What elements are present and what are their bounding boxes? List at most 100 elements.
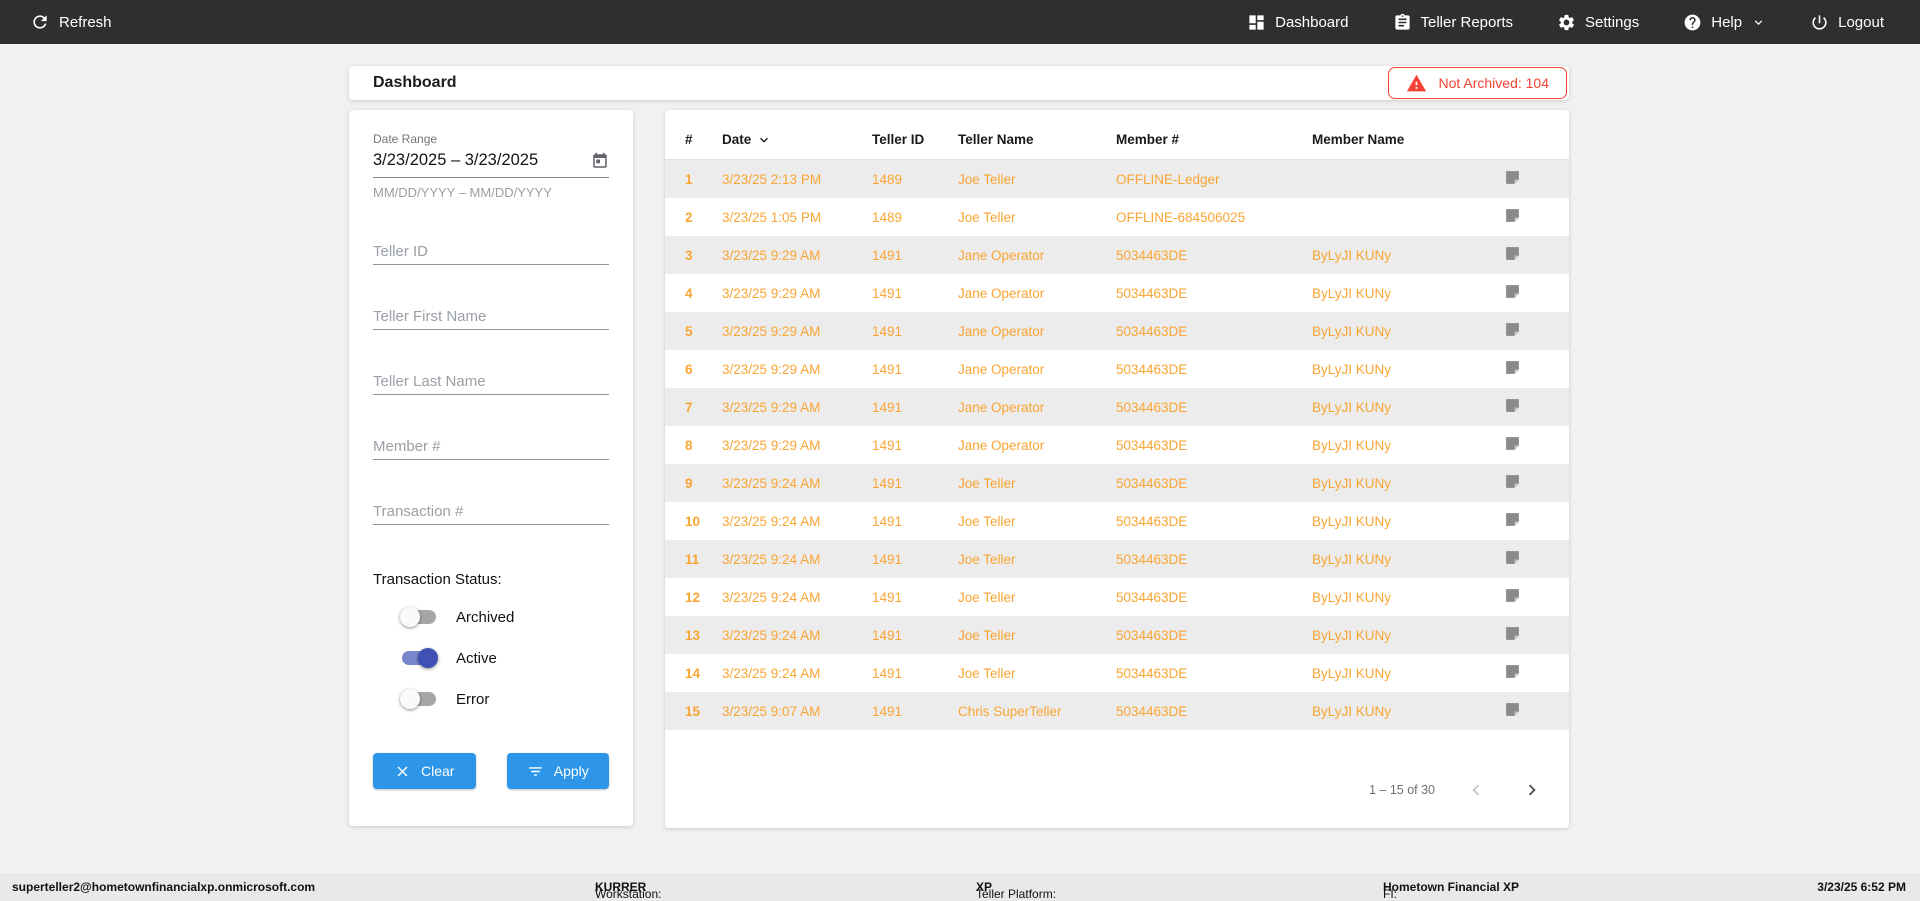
table-row[interactable]: 6 3/23/25 9:29 AM 1491 Jane Operator 503…	[665, 350, 1569, 388]
error-switch[interactable]	[400, 689, 436, 709]
cell-row-number: 4	[685, 285, 693, 301]
cell-member-name: ByLyJI KUNy	[1312, 247, 1392, 263]
note-icon[interactable]	[1504, 283, 1521, 300]
cell-teller-id: 1491	[872, 247, 903, 263]
note-cell	[1490, 397, 1569, 417]
table-row[interactable]: 3 3/23/25 9:29 AM 1491 Jane Operator 503…	[665, 236, 1569, 274]
note-cell	[1490, 359, 1569, 379]
platform-label: Teller Platform:	[976, 887, 1057, 901]
col-header-member-number[interactable]: Member #	[1116, 132, 1312, 147]
refresh-button[interactable]: Refresh	[30, 12, 112, 32]
cell-teller-name: Jane Operator	[958, 399, 1045, 415]
table-row[interactable]: 11 3/23/25 9:24 AM 1491 Joe Teller 50344…	[665, 540, 1569, 578]
not-archived-badge[interactable]: Not Archived: 104	[1388, 67, 1567, 99]
col-header-teller-name[interactable]: Teller Name	[958, 132, 1116, 147]
cell-teller-name: Jane Operator	[958, 323, 1045, 339]
table-row[interactable]: 1 3/23/25 2:13 PM 1489 Joe Teller OFFLIN…	[665, 160, 1569, 198]
note-icon[interactable]	[1504, 245, 1521, 262]
close-icon	[397, 766, 408, 776]
note-icon[interactable]	[1504, 207, 1521, 224]
nav-logout[interactable]: Logout	[1810, 13, 1884, 32]
cell-member-name: ByLyJI KUNy	[1312, 361, 1392, 377]
sort-desc-icon	[760, 137, 769, 143]
table-row[interactable]: 10 3/23/25 9:24 AM 1491 Joe Teller 50344…	[665, 502, 1569, 540]
cell-row-number: 7	[685, 399, 693, 415]
teller-first-name-input[interactable]	[373, 303, 609, 330]
fi-status: FI: Hometown Financial XP	[1383, 880, 1519, 901]
calendar-icon[interactable]	[591, 152, 609, 170]
col-header-date[interactable]: Date	[722, 132, 872, 148]
cell-member-number: 5034463DE	[1116, 323, 1188, 339]
transaction-number-input[interactable]	[373, 498, 609, 525]
nav-settings[interactable]: Settings	[1557, 13, 1639, 32]
member-number-input[interactable]	[373, 433, 609, 460]
table-row[interactable]: 4 3/23/25 9:29 AM 1491 Jane Operator 503…	[665, 274, 1569, 312]
cell-member-number: 5034463DE	[1116, 551, 1188, 567]
refresh-label: Refresh	[59, 13, 112, 31]
filter-icon	[528, 766, 542, 776]
note-icon[interactable]	[1504, 473, 1521, 490]
cell-member-name: ByLyJI KUNy	[1312, 589, 1392, 605]
cell-date: 3/23/25 9:24 AM	[722, 551, 821, 567]
cell-date: 3/23/25 1:05 PM	[722, 209, 822, 225]
note-icon[interactable]	[1504, 701, 1521, 718]
cell-member-number: 5034463DE	[1116, 513, 1188, 529]
pagination-range-label: 1 – 15 of 30	[1368, 783, 1435, 797]
note-icon[interactable]	[1504, 321, 1521, 338]
note-cell	[1490, 663, 1569, 683]
note-icon[interactable]	[1504, 169, 1521, 186]
status-timestamp: 3/23/25 6:52 PM	[1817, 880, 1906, 894]
note-icon[interactable]	[1504, 625, 1521, 642]
toggle-archived[interactable]: Archived	[400, 605, 609, 629]
cell-teller-name: Joe Teller	[958, 209, 1016, 225]
col-header-number[interactable]: #	[685, 132, 722, 147]
note-icon[interactable]	[1504, 359, 1521, 376]
note-icon[interactable]	[1504, 511, 1521, 528]
archived-switch[interactable]	[400, 607, 436, 627]
table-row[interactable]: 12 3/23/25 9:24 AM 1491 Joe Teller 50344…	[665, 578, 1569, 616]
note-icon[interactable]	[1504, 587, 1521, 604]
table-row[interactable]: 13 3/23/25 9:24 AM 1491 Joe Teller 50344…	[665, 616, 1569, 654]
table-row[interactable]: 7 3/23/25 9:29 AM 1491 Jane Operator 503…	[665, 388, 1569, 426]
col-header-teller-id[interactable]: Teller ID	[872, 132, 958, 147]
cell-row-number: 8	[685, 437, 693, 453]
cell-member-number: 5034463DE	[1116, 437, 1188, 453]
logout-icon	[1812, 14, 1827, 30]
cell-member-number: OFFLINE-684506025	[1116, 209, 1246, 225]
next-page-button[interactable]	[1517, 775, 1547, 805]
apply-button[interactable]: Apply	[506, 753, 609, 789]
cell-date: 3/23/25 9:24 AM	[722, 627, 821, 643]
teller-id-input[interactable]	[373, 238, 609, 265]
chevron-down-icon	[1754, 19, 1763, 25]
toggle-active[interactable]: Active	[402, 646, 609, 670]
status-bar: superteller2@hometownfinancialxp.onmicro…	[0, 873, 1920, 901]
note-cell	[1490, 473, 1569, 493]
previous-page-button[interactable]	[1461, 775, 1491, 805]
note-icon[interactable]	[1504, 549, 1521, 566]
table-row[interactable]: 15 3/23/25 9:07 AM 1491 Chris SuperTelle…	[665, 692, 1569, 730]
active-switch[interactable]	[402, 648, 438, 668]
nav-help[interactable]: Help	[1683, 13, 1766, 32]
cell-member-number: 5034463DE	[1116, 285, 1188, 301]
table-row[interactable]: 5 3/23/25 9:29 AM 1491 Jane Operator 503…	[665, 312, 1569, 350]
teller-last-name-input[interactable]	[373, 368, 609, 395]
workstation-status: Workstation: KURRER	[595, 880, 661, 901]
toggle-error[interactable]: Error	[400, 687, 609, 711]
transactions-table-card: # Date Teller ID Teller Name Member # Me…	[665, 110, 1569, 828]
cell-member-number: 5034463DE	[1116, 247, 1188, 263]
cell-date: 3/23/25 9:29 AM	[722, 361, 821, 377]
date-range-field[interactable]: 3/23/2025 – 3/23/2025	[373, 151, 609, 178]
date-range-helper: MM/DD/YYYY – MM/DD/YYYY	[373, 185, 552, 200]
note-icon[interactable]	[1504, 663, 1521, 680]
table-row[interactable]: 2 3/23/25 1:05 PM 1489 Joe Teller OFFLIN…	[665, 198, 1569, 236]
cell-teller-name: Jane Operator	[958, 285, 1045, 301]
table-row[interactable]: 14 3/23/25 9:24 AM 1491 Joe Teller 50344…	[665, 654, 1569, 692]
clear-button[interactable]: Clear	[373, 753, 476, 789]
cell-date: 3/23/25 9:24 AM	[722, 513, 821, 529]
table-row[interactable]: 8 3/23/25 9:29 AM 1491 Jane Operator 503…	[665, 426, 1569, 464]
col-header-member-name[interactable]: Member Name	[1312, 132, 1490, 147]
note-icon[interactable]	[1504, 435, 1521, 452]
note-icon[interactable]	[1504, 397, 1521, 414]
cell-date: 3/23/25 9:29 AM	[722, 437, 821, 453]
table-row[interactable]: 9 3/23/25 9:24 AM 1491 Joe Teller 503446…	[665, 464, 1569, 502]
